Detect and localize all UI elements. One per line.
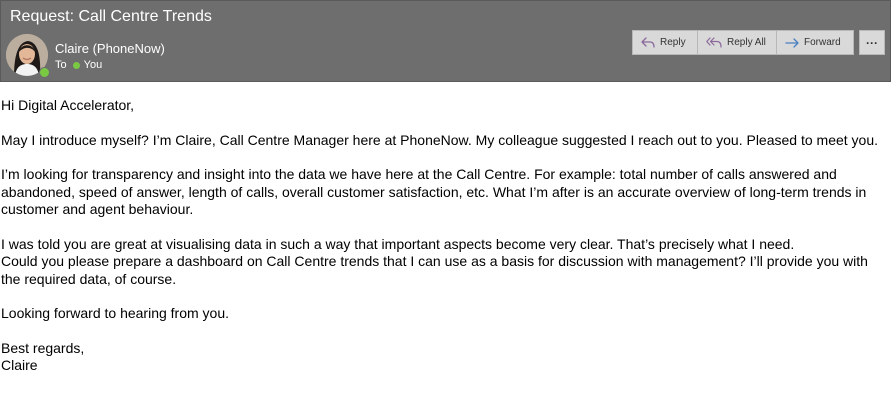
- forward-icon: [785, 37, 799, 48]
- reply-all-button[interactable]: Reply All: [698, 30, 777, 55]
- presence-icon: [39, 67, 50, 78]
- reply-all-label: Reply All: [727, 37, 766, 48]
- reply-label: Reply: [660, 37, 686, 48]
- reply-icon: [641, 36, 655, 48]
- action-buttons: Reply Reply All Forward: [632, 30, 854, 55]
- reply-all-icon: [706, 36, 722, 48]
- body-paragraph-2: I’m looking for transparency and insight…: [1, 166, 867, 217]
- more-options-button[interactable]: ···: [859, 30, 885, 55]
- body-paragraph-4: Looking forward to hearing from you.: [1, 305, 230, 321]
- email-header: Request: Call Centre Trends Claire (Phon…: [0, 0, 891, 82]
- email-subject: Request: Call Centre Trends: [10, 8, 212, 25]
- body-paragraph-3-line-2: Could you please prepare a dashboard on …: [1, 253, 868, 287]
- greeting: Hi Digital Accelerator,: [1, 97, 135, 113]
- to-label: To: [55, 59, 67, 71]
- recipient-presence-icon: [72, 61, 80, 69]
- body-paragraph-1: May I introduce myself? I’m Claire, Call…: [1, 131, 879, 148]
- forward-button[interactable]: Forward: [777, 30, 854, 55]
- signature: Claire: [1, 357, 38, 373]
- sender-name[interactable]: Claire (PhoneNow): [55, 41, 165, 56]
- recipient-name[interactable]: You: [84, 59, 103, 71]
- body-paragraph-3-line-1: I was told you are great at visualising …: [1, 235, 795, 252]
- closing: Best regards,: [1, 339, 85, 356]
- forward-label: Forward: [804, 37, 841, 48]
- email-body: Hi Digital Accelerator, May I introduce …: [1, 97, 889, 375]
- recipients-line: To You: [55, 59, 102, 71]
- more-icon: ···: [866, 35, 878, 50]
- body-paragraph-3: I was told you are great at visualising …: [1, 236, 889, 289]
- reply-button[interactable]: Reply: [632, 30, 698, 55]
